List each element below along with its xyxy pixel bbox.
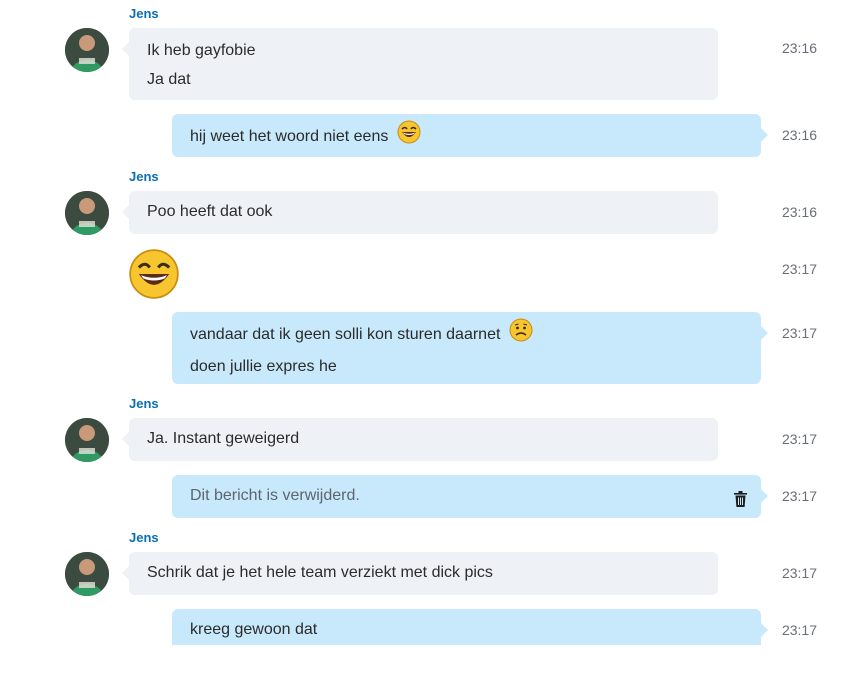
avatar[interactable] [65,418,109,462]
message-text: Ja dat [147,71,191,88]
sad-emoji-icon [509,318,533,352]
message-text: Schrik dat je het hele team verziekt met… [147,564,493,581]
timestamp: 23:16 [781,40,817,56]
avatar[interactable] [65,552,109,596]
message-text: kreeg gewoon dat [190,621,318,638]
timestamp: 23:16 [781,127,817,143]
sender-name: Jens [129,396,159,411]
message-text: Ik heb gayfobie [147,42,256,59]
message-text: doen jullie expres he [190,358,337,375]
message-text: hij weet het woord niet eens [190,128,389,146]
avatar[interactable] [65,191,109,235]
message-bubble-incoming[interactable]: Poo heeft dat ook [122,191,718,234]
avatar-photo [65,418,109,462]
message-bubble-outgoing[interactable]: kreeg gewoon dat [172,609,768,645]
timestamp: 23:16 [781,204,817,220]
message-text: Ja. Instant geweigerd [147,430,300,447]
message-bubble-incoming[interactable]: Ik heb gayfobie Ja dat [122,28,718,100]
message-bubble-deleted[interactable]: Dit bericht is verwijderd. [172,475,768,518]
timestamp: 23:17 [781,325,817,341]
sender-name: Jens [129,169,159,184]
avatar-photo [65,191,109,235]
message-text: vandaar dat ik geen solli kon sturen daa… [190,326,501,344]
deleted-message-text: Dit bericht is verwijderd. [190,487,360,504]
timestamp: 23:17 [781,622,817,638]
laughing-emoji-icon [397,120,421,154]
message-text: Poo heeft dat ook [147,203,273,220]
avatar[interactable] [65,28,109,72]
sender-name: Jens [129,6,159,21]
timestamp: 23:17 [781,488,817,504]
message-bubble-outgoing[interactable]: hij weet het woord niet eens [172,114,768,157]
avatar-photo [65,28,109,72]
message-bubble-outgoing[interactable]: vandaar dat ik geen solli kon sturen daa… [172,312,768,384]
message-bubble-incoming[interactable]: Schrik dat je het hele team verziekt met… [122,552,718,595]
message-bubble-incoming[interactable]: Ja. Instant geweigerd [122,418,718,461]
laughing-emoji-icon[interactable] [128,248,180,305]
sender-name: Jens [129,530,159,545]
timestamp: 23:17 [781,261,817,277]
timestamp: 23:17 [781,565,817,581]
avatar-photo [65,552,109,596]
timestamp: 23:17 [781,431,817,447]
trash-icon[interactable] [734,488,747,517]
